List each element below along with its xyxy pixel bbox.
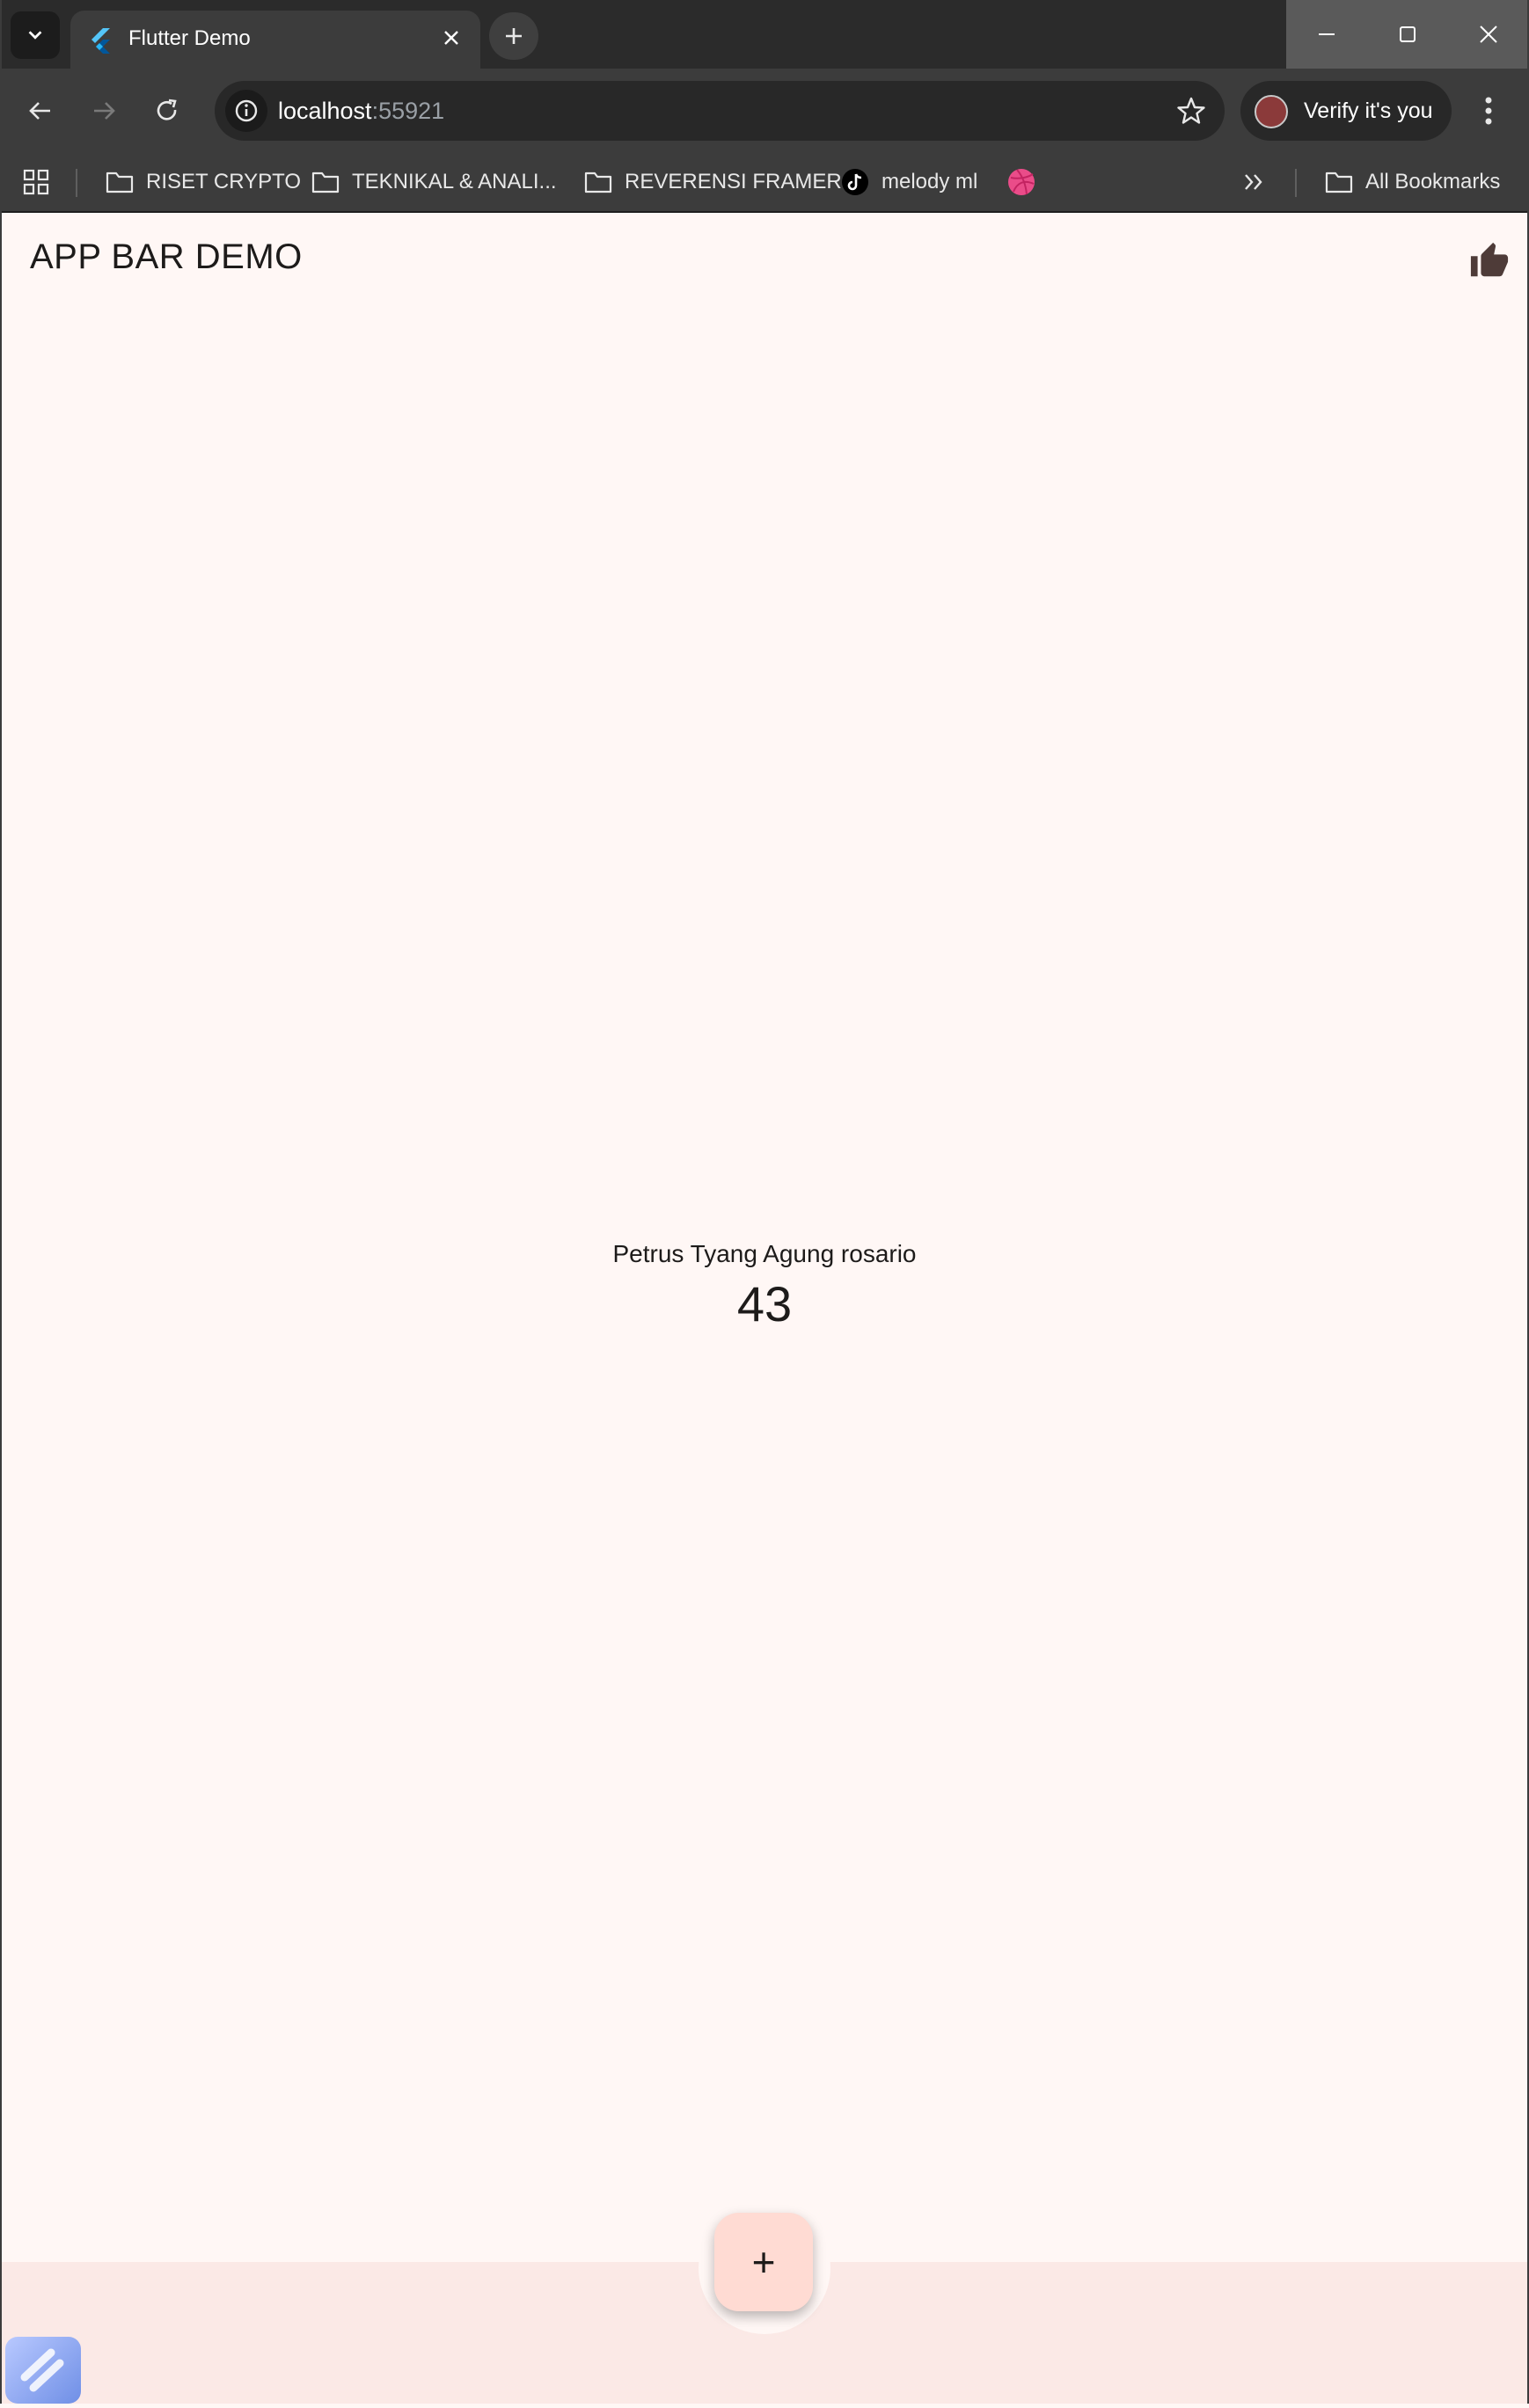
url-port: :55921 (371, 98, 445, 124)
all-bookmarks-button[interactable]: All Bookmarks (1325, 153, 1500, 211)
back-button[interactable] (18, 88, 63, 134)
all-bookmarks-label: All Bookmarks (1365, 170, 1501, 193)
verify-label: Verify it's you (1304, 99, 1433, 123)
fab-label: + (751, 2239, 776, 2285)
browser-chrome: Flutter Demo localhost:55921 Verify it's… (0, 0, 1529, 213)
window-frame (0, 0, 1529, 2404)
tab-title: Flutter Demo (128, 26, 251, 50)
counter-value: 43 (736, 1276, 793, 1332)
increment-fab[interactable]: + (714, 2213, 813, 2311)
flutter-logo-icon (91, 28, 110, 54)
forward-button[interactable] (81, 88, 127, 134)
window-close-button[interactable] (1448, 0, 1529, 69)
folder-icon (106, 171, 134, 193)
app-logo-icon (20, 2348, 64, 2392)
bookmarks-overflow-button[interactable] (1242, 153, 1277, 211)
bookmark-dribbble[interactable] (1006, 153, 1049, 211)
plus-icon (506, 28, 522, 44)
bookmarks-divider (1295, 169, 1297, 197)
arrow-left-icon (29, 102, 50, 120)
app-bar-title: APP BAR DEMO (30, 237, 303, 276)
minimize-button[interactable] (1286, 0, 1367, 69)
avatar (1255, 95, 1288, 128)
thumb-up-icon[interactable] (1469, 241, 1510, 281)
bookmarks-divider (76, 169, 77, 197)
arrow-right-icon (94, 102, 115, 120)
more-vert-icon (1485, 97, 1492, 125)
apps-button[interactable] (23, 153, 62, 211)
bookmarks-bar: RISET CRYPTO TEKNIKAL & ANALI... REVEREN… (0, 153, 1529, 213)
chevron-down-icon (28, 31, 42, 40)
profile-verify-button[interactable]: Verify it's you (1240, 81, 1452, 141)
taskbar-app-icon[interactable] (5, 2337, 81, 2404)
url-text[interactable]: localhost:55921 (278, 98, 444, 125)
url-host: localhost (278, 98, 372, 124)
reload-button[interactable] (144, 88, 190, 134)
tab-close-icon[interactable] (436, 23, 466, 53)
close-icon (1480, 26, 1497, 43)
tab-strip: Flutter Demo (0, 0, 1529, 69)
dribbble-icon (1008, 169, 1035, 195)
folder-icon (584, 171, 612, 193)
address-bar[interactable]: localhost:55921 (215, 81, 1225, 141)
bookmark-label: melody ml (882, 170, 978, 193)
new-tab-button[interactable] (489, 12, 538, 60)
site-info-button[interactable] (225, 90, 267, 132)
folder-icon (1325, 171, 1353, 193)
info-icon (235, 99, 258, 122)
browser-menu-button[interactable] (1469, 88, 1508, 134)
bookmark-label: REVERENSI FRAMER (625, 170, 842, 193)
bookmark-riset-crypto[interactable]: RISET CRYPTO (106, 153, 301, 211)
folder-icon (311, 171, 340, 193)
bookmark-label: TEKNIKAL & ANALI... (352, 170, 557, 193)
bookmark-melody-ml[interactable]: melody ml (841, 153, 977, 211)
tab-flutter-demo[interactable]: Flutter Demo (70, 11, 480, 69)
maximize-icon (1400, 26, 1416, 42)
maximize-button[interactable] (1367, 0, 1448, 69)
reload-icon (157, 99, 177, 120)
browser-toolbar: localhost:55921 Verify it's you (0, 69, 1529, 153)
bookmark-label: RISET CRYPTO (146, 170, 302, 193)
name-text: Petrus Tyang Agung rosario (612, 1240, 917, 1267)
tiktok-icon (842, 169, 868, 195)
bookmark-star-icon[interactable] (1175, 95, 1207, 127)
apps-grid-icon (23, 169, 49, 195)
bookmark-reverensi-framer[interactable]: REVERENSI FRAMER (584, 153, 842, 211)
tab-search-button[interactable] (11, 11, 60, 59)
double-chevron-right-icon (1245, 174, 1262, 190)
bookmark-teknikal-analisis[interactable]: TEKNIKAL & ANALI... (311, 153, 557, 211)
minimize-icon (1319, 33, 1335, 35)
